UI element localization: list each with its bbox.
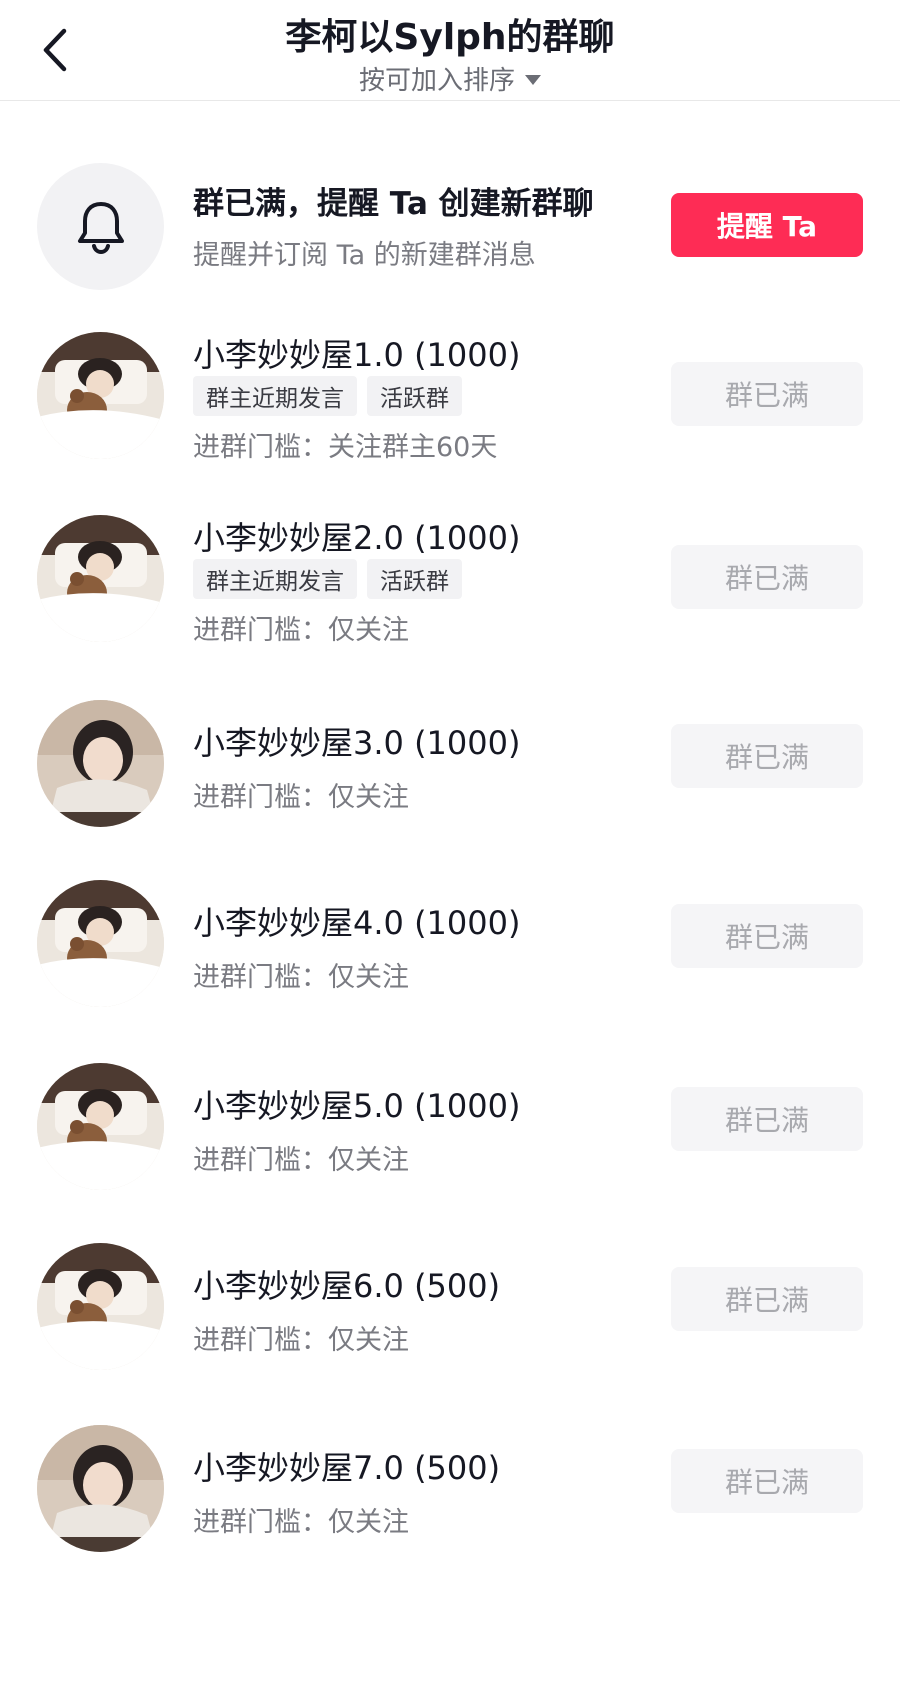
group-avatar[interactable] <box>37 1243 164 1370</box>
group-row[interactable]: 小李妙妙屋2.0 (1000) 群主近期发言 活跃群进群门槛：仅关注 群已满 <box>0 513 900 673</box>
group-full-button[interactable]: 群已满 <box>671 1267 863 1331</box>
group-tag: 群主近期发言 <box>193 376 357 416</box>
group-row[interactable]: 小李妙妙屋1.0 (1000) 群主近期发言 活跃群进群门槛：关注群主60天 群已满 <box>0 330 900 490</box>
group-condition: 进群门槛：仅关注 <box>193 1507 409 1538</box>
group-row[interactable]: 小李妙妙屋5.0 (1000) 进群门槛：仅关注 群已满 <box>0 1063 900 1223</box>
group-avatar[interactable] <box>37 1063 164 1190</box>
group-condition: 进群门槛：仅关注 <box>193 615 409 646</box>
group-avatar[interactable] <box>37 332 164 459</box>
group-name: 小李妙妙屋1.0 (1000) <box>193 336 521 374</box>
group-avatar[interactable] <box>37 700 164 827</box>
group-avatar[interactable] <box>37 880 164 1007</box>
group-row[interactable]: 小李妙妙屋4.0 (1000) 进群门槛：仅关注 群已满 <box>0 880 900 1040</box>
group-row[interactable]: 小李妙妙屋3.0 (1000) 进群门槛：仅关注 群已满 <box>0 700 900 860</box>
sort-dropdown[interactable]: 按可加入排序 <box>0 60 900 97</box>
group-name: 小李妙妙屋7.0 (500) <box>193 1449 501 1487</box>
group-full-button[interactable]: 群已满 <box>671 1449 863 1513</box>
remind-button[interactable]: 提醒 Ta <box>671 193 863 257</box>
group-condition: 进群门槛：仅关注 <box>193 1325 409 1356</box>
group-name: 小李妙妙屋6.0 (500) <box>193 1267 501 1305</box>
group-name: 小李妙妙屋5.0 (1000) <box>193 1087 521 1125</box>
caret-down-icon <box>525 74 541 85</box>
group-condition: 进群门槛：仅关注 <box>193 782 409 813</box>
group-full-button[interactable]: 群已满 <box>671 1087 863 1151</box>
group-avatar[interactable] <box>37 515 164 642</box>
sort-label: 按可加入排序 <box>358 66 515 96</box>
group-full-button[interactable]: 群已满 <box>671 545 863 609</box>
group-full-button[interactable]: 群已满 <box>671 362 863 426</box>
group-tags: 群主近期发言 活跃群 <box>193 559 462 599</box>
group-full-button[interactable]: 群已满 <box>671 904 863 968</box>
notify-title: 群已满，提醒 Ta 创建新群聊 <box>193 186 594 222</box>
group-tag: 群主近期发言 <box>193 559 357 599</box>
bell-avatar <box>37 163 164 290</box>
group-tag: 活跃群 <box>367 559 462 599</box>
group-avatar[interactable] <box>37 1425 164 1552</box>
group-condition: 进群门槛：关注群主60天 <box>193 432 498 463</box>
group-condition: 进群门槛：仅关注 <box>193 962 409 993</box>
group-name: 小李妙妙屋2.0 (1000) <box>193 519 521 557</box>
group-tags: 群主近期发言 活跃群 <box>193 376 462 416</box>
group-row[interactable]: 小李妙妙屋6.0 (500) 进群门槛：仅关注 群已满 <box>0 1243 900 1403</box>
bell-icon <box>77 201 124 254</box>
group-condition: 进群门槛：仅关注 <box>193 1145 409 1176</box>
group-full-button[interactable]: 群已满 <box>671 724 863 788</box>
notify-section: 群已满，提醒 Ta 创建新群聊 提醒并订阅 Ta 的新建群消息 提醒 Ta <box>0 160 900 290</box>
group-name: 小李妙妙屋3.0 (1000) <box>193 724 521 762</box>
notify-subtitle: 提醒并订阅 Ta 的新建群消息 <box>193 240 536 271</box>
group-tag: 活跃群 <box>367 376 462 416</box>
group-row[interactable]: 小李妙妙屋7.0 (500) 进群门槛：仅关注 群已满 <box>0 1425 900 1585</box>
page-title: 李柯以Sylph的群聊 <box>285 17 615 58</box>
group-name: 小李妙妙屋4.0 (1000) <box>193 904 521 942</box>
top-bar: 李柯以Sylph的群聊 按可加入排序 <box>0 0 900 101</box>
